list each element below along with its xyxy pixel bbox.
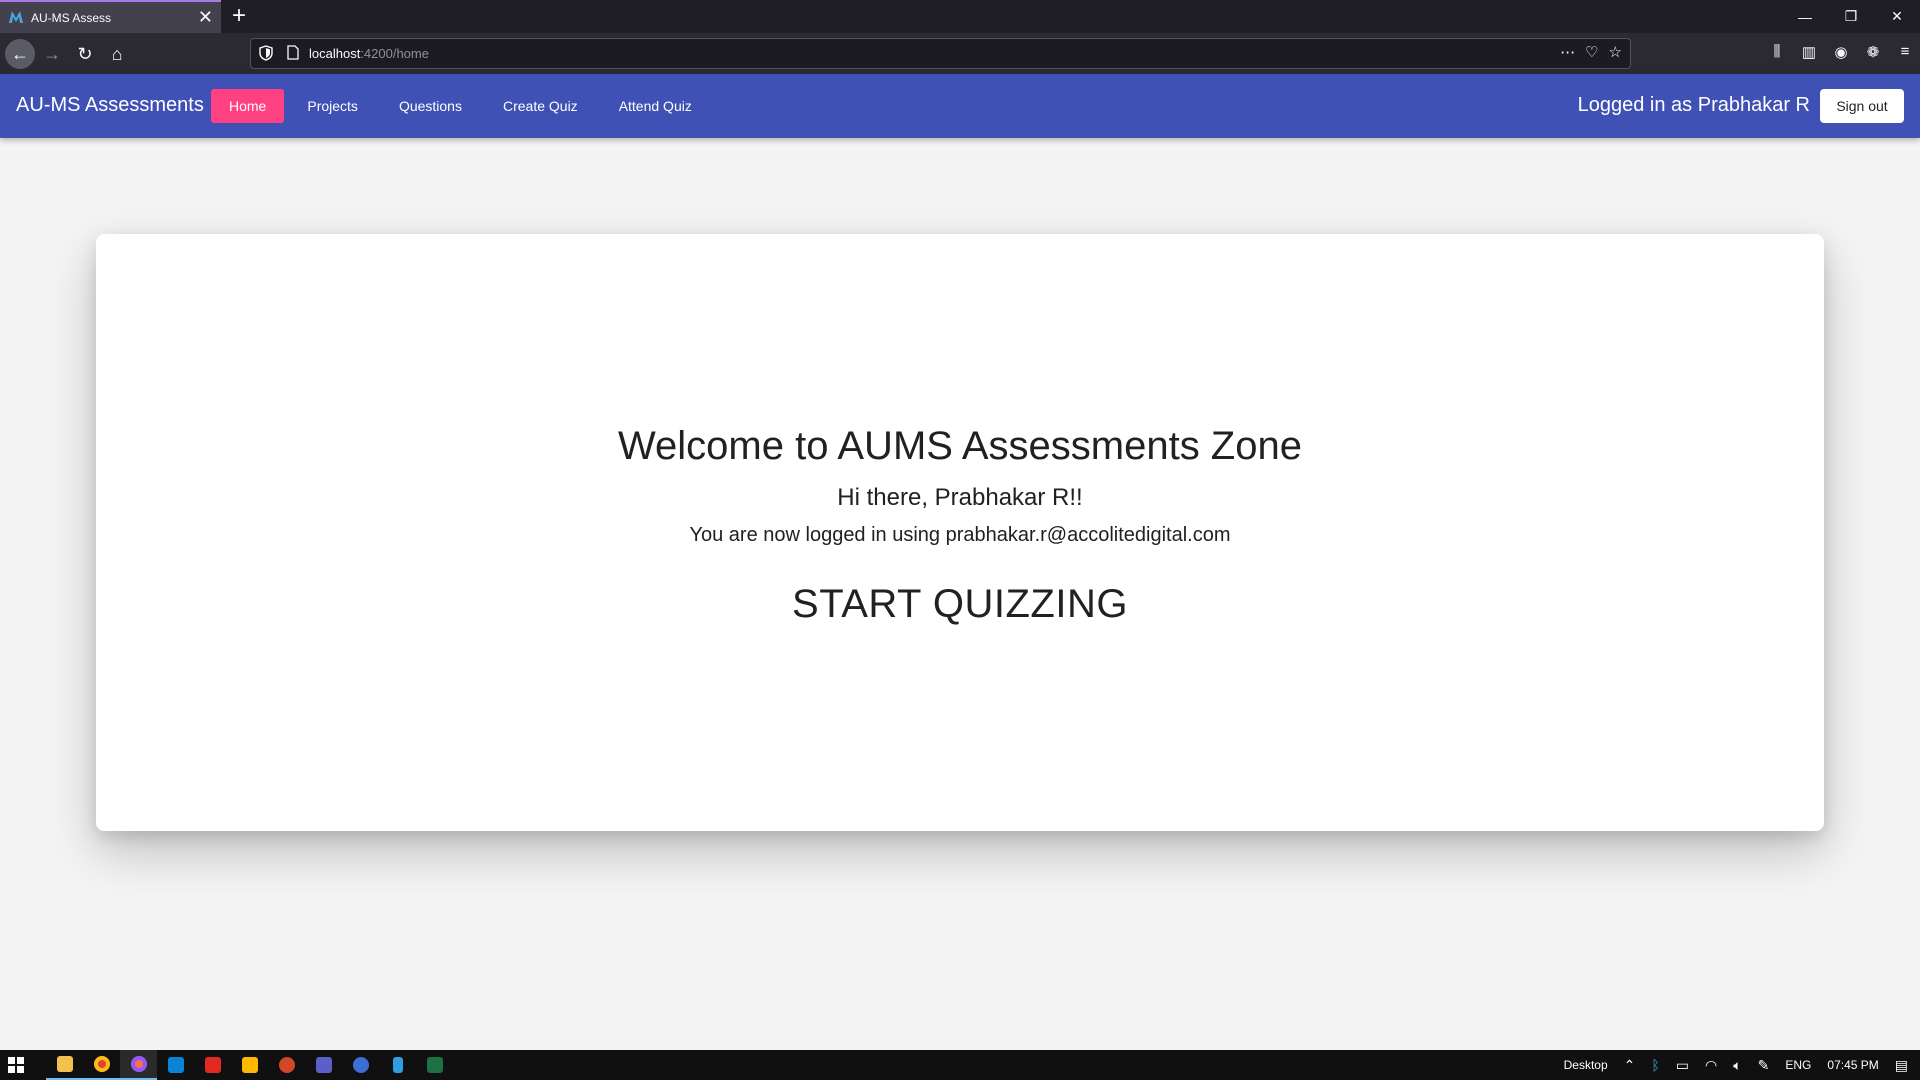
welcome-card: Welcome to AUMS Assessments Zone Hi ther… (96, 234, 1824, 831)
chevron-up-icon[interactable]: ⌃ (1624, 1057, 1636, 1074)
start-quizzing-link[interactable]: START QUIZZING (96, 582, 1824, 627)
url-text[interactable]: localhost:4200/home (309, 46, 429, 61)
menu-item-projects[interactable]: Projects (289, 89, 376, 123)
login-email-text: You are now logged in using prabhakar.r@… (689, 524, 1231, 546)
excel-icon[interactable] (416, 1050, 453, 1080)
forward-arrow-icon[interactable]: → (37, 39, 67, 69)
url-host: localhost (309, 46, 361, 61)
pen-icon[interactable]: ✎ (1758, 1057, 1770, 1074)
logged-in-user: Logged in as Prabhakar R (1577, 94, 1810, 116)
window-controls: — ❐ ✕ (1782, 0, 1920, 33)
taskbar-apps (46, 1050, 453, 1080)
system-tray: Desktop ⌃ ᛒ ▭ ◠ 🔈︎ ✎ ENG 07:45 PM ▤ (1564, 1050, 1908, 1080)
firefox-icon[interactable] (120, 1050, 157, 1080)
notepad-icon[interactable] (379, 1050, 416, 1080)
tab-close-icon[interactable]: ✕ (198, 7, 213, 27)
page-info-icon[interactable] (287, 45, 299, 60)
bookmark-star-icon[interactable]: ☆ (1609, 43, 1622, 61)
url-actions: ⋯ ♡ ☆ (1560, 43, 1622, 61)
wifi-icon[interactable]: ◠ (1705, 1057, 1717, 1074)
extension-icon[interactable]: ❁ (1864, 43, 1882, 61)
close-window-icon[interactable]: ✕ (1874, 0, 1920, 33)
new-tab-button[interactable]: + (232, 2, 246, 30)
clock[interactable]: 07:45 PM (1827, 1058, 1878, 1072)
taskbar: Desktop ⌃ ᛒ ▭ ◠ 🔈︎ ✎ ENG 07:45 PM ▤ (0, 1050, 1920, 1080)
tab-title: AU-MS Assess (31, 11, 112, 25)
back-arrow-icon[interactable]: ← (5, 39, 35, 69)
vscode-icon[interactable] (157, 1050, 194, 1080)
account-icon[interactable]: ◉ (1832, 43, 1850, 61)
restore-icon[interactable]: ❐ (1828, 0, 1874, 33)
app-brand[interactable]: AU-MS Assessments (16, 94, 204, 117)
browser-tab-strip: AU-MS Assess ✕ + — ❐ ✕ (0, 0, 1920, 33)
app-navbar: AU-MS Assessments Home Projects Question… (0, 74, 1920, 138)
sidebar-icon[interactable]: ▥ (1800, 43, 1818, 61)
more-actions-icon[interactable]: ⋯ (1560, 43, 1575, 61)
menu-item-create-quiz[interactable]: Create Quiz (485, 89, 596, 123)
minimize-icon[interactable]: — (1782, 0, 1828, 33)
tracking-shield-icon[interactable] (259, 45, 273, 61)
toolbar-right: ⫼ ▥ ◉ ❁ ≡ (1768, 43, 1914, 61)
sign-out-button[interactable]: Sign out (1820, 89, 1904, 123)
powerpoint-icon[interactable] (268, 1050, 305, 1080)
menu-item-attend-quiz[interactable]: Attend Quiz (601, 89, 710, 123)
main-menu: Home Projects Questions Create Quiz Atte… (211, 89, 715, 123)
app-favicon-icon (9, 11, 23, 23)
files-icon[interactable] (231, 1050, 268, 1080)
browser-toolbar: ← → ↻ ⌂ localhost:4200/home ⋯ ♡ ☆ ⫼ ▥ ◉ … (0, 33, 1920, 74)
language-indicator[interactable]: ENG (1785, 1058, 1811, 1072)
teams-icon[interactable] (305, 1050, 342, 1080)
notifications-icon[interactable]: ▤ (1895, 1057, 1908, 1074)
reload-icon[interactable]: ↻ (70, 39, 100, 69)
url-bar[interactable]: localhost:4200/home ⋯ ♡ ☆ (250, 38, 1631, 69)
url-path: :4200/home (360, 46, 429, 61)
battery-icon[interactable]: ▭ (1676, 1057, 1689, 1074)
greeting-text: Hi there, Prabhakar R!! (837, 484, 1083, 511)
welcome-heading: Welcome to AUMS Assessments Zone (618, 424, 1302, 468)
file-explorer-icon[interactable] (46, 1050, 83, 1080)
acrobat-icon[interactable] (194, 1050, 231, 1080)
pocket-icon[interactable]: ♡ (1585, 43, 1598, 61)
bluetooth-icon[interactable]: ᛒ (1651, 1057, 1659, 1073)
home-icon[interactable]: ⌂ (102, 39, 132, 69)
menu-item-questions[interactable]: Questions (381, 89, 480, 123)
webex-icon[interactable] (342, 1050, 379, 1080)
menu-hamburger-icon[interactable]: ≡ (1896, 43, 1914, 61)
browser-tab[interactable]: AU-MS Assess ✕ (0, 0, 221, 33)
volume-icon[interactable]: 🔈︎ (1733, 1057, 1741, 1074)
chrome-icon[interactable] (83, 1050, 120, 1080)
library-icon[interactable]: ⫼ (1768, 43, 1786, 61)
windows-start-icon[interactable] (8, 1057, 24, 1073)
menu-item-home[interactable]: Home (211, 89, 285, 123)
desktop-toolbar-label[interactable]: Desktop (1564, 1058, 1608, 1072)
